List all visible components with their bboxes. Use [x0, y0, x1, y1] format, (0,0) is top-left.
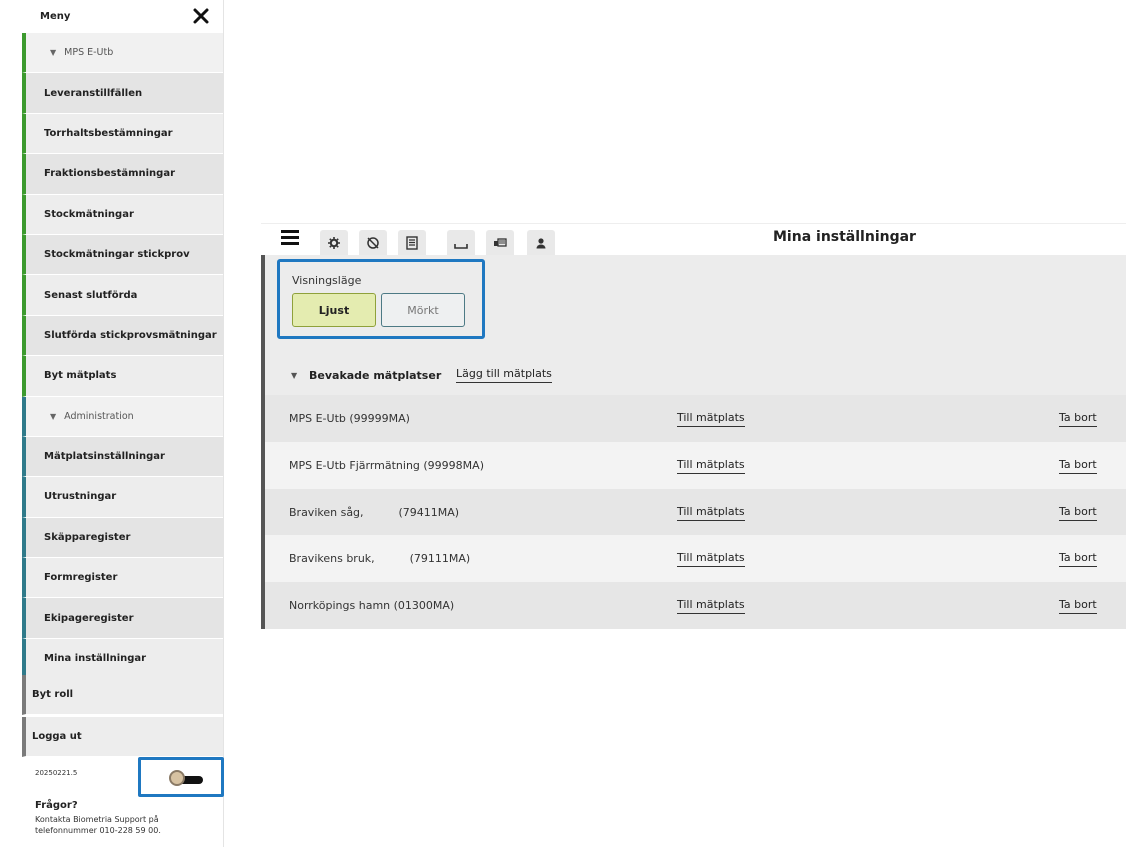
- menu-item-byt-roll[interactable]: Byt roll: [22, 675, 223, 716]
- menu-item-senast-slutforda[interactable]: Senast slutförda: [22, 275, 223, 316]
- menu-item-fraktion[interactable]: Fraktionsbestämningar: [22, 154, 223, 195]
- display-mode-group: Visningsläge Ljust Mörkt: [277, 259, 485, 339]
- menu-section-label: Administration: [64, 410, 134, 422]
- settings-panel: Visningsläge Ljust Mörkt ▼ Bevakade mätp…: [261, 255, 1126, 629]
- goto-site-link[interactable]: Till mätplats: [677, 458, 745, 474]
- menu-item-formregister[interactable]: Formregister: [22, 558, 223, 599]
- tray-icon[interactable]: [447, 230, 475, 256]
- table-row: MPS E-Utb Fjärrmätning (99998MA) Till mä…: [265, 442, 1126, 489]
- light-mode-button[interactable]: Ljust: [292, 293, 376, 327]
- collapse-triangle-icon: ▼: [50, 48, 57, 58]
- sun-icon: [169, 770, 185, 786]
- theme-toggle[interactable]: [138, 757, 224, 797]
- menu-section-mps[interactable]: ▼ MPS E-Utb: [22, 33, 223, 74]
- page-title: Mina inställningar: [773, 229, 916, 245]
- table-row: Norrköpings hamn (01300MA) Till mätplats…: [265, 582, 1126, 629]
- site-name: Norrköpings hamn (01300MA): [289, 599, 455, 612]
- menu-section-label: MPS E-Utb: [64, 47, 114, 59]
- display-mode-label: Visningsläge: [292, 274, 362, 287]
- site-name: MPS E-Utb Fjärrmätning (99998MA): [289, 459, 484, 472]
- menu-item-stockmatningar[interactable]: Stockmätningar: [22, 194, 223, 235]
- site-name: Bravikens bruk, (79111MA): [289, 552, 471, 565]
- side-menu: Meny ▼ MPS E-Utb Leveranstillfällen Torr…: [0, 0, 224, 847]
- help-text: Kontakta Biometria Support på telefonnum…: [35, 815, 161, 835]
- menu-item-stickprov[interactable]: Stockmätningar stickprov: [22, 234, 223, 276]
- list-icon[interactable]: [398, 230, 426, 256]
- table-row: Bravikens bruk, (79111MA) Till mätplats …: [265, 535, 1126, 582]
- truck-icon[interactable]: [486, 230, 514, 256]
- dark-mode-button[interactable]: Mörkt: [381, 293, 465, 327]
- version-label: 20250221.5: [35, 769, 78, 777]
- user-icon[interactable]: [527, 230, 555, 256]
- add-site-link[interactable]: Lägg till mätplats: [456, 367, 552, 383]
- menu-section-admin[interactable]: ▼ Administration: [22, 396, 223, 437]
- remove-site-link[interactable]: Ta bort: [1059, 505, 1097, 521]
- remove-site-link[interactable]: Ta bort: [1059, 551, 1097, 567]
- site-name: MPS E-Utb (99999MA): [289, 412, 410, 425]
- menu-item-utrustningar[interactable]: Utrustningar: [22, 477, 223, 518]
- menu-item-slutforda-stickprov[interactable]: Slutförda stickprovsmätningar: [22, 315, 223, 357]
- table-row: Braviken såg, (79411MA) Till mätplats Ta…: [265, 489, 1126, 536]
- help-title: Frågor?: [35, 800, 78, 811]
- remove-site-link[interactable]: Ta bort: [1059, 458, 1097, 474]
- menu-item-logga-ut[interactable]: Logga ut: [22, 717, 223, 758]
- remove-site-link[interactable]: Ta bort: [1059, 411, 1097, 427]
- menu-list: ▼ MPS E-Utb Leveranstillfällen Torrhalts…: [22, 33, 223, 680]
- goto-site-link[interactable]: Till mätplats: [677, 598, 745, 614]
- menu-header: Meny: [0, 0, 224, 33]
- menu-item-ekipageregister[interactable]: Ekipageregister: [22, 598, 223, 639]
- table-row: MPS E-Utb (99999MA) Till mätplats Ta bor…: [265, 395, 1126, 442]
- role-block: Byt roll: [22, 675, 223, 716]
- site-name: Braviken såg, (79411MA): [289, 506, 460, 519]
- collapse-triangle-icon[interactable]: ▼: [291, 371, 297, 380]
- collapse-triangle-icon: ▼: [50, 411, 57, 421]
- watched-sites-header: ▼ Bevakade mätplatser Lägg till mätplats: [265, 350, 1126, 400]
- menu-item-skappareregister[interactable]: Skäpparegister: [22, 517, 223, 559]
- menu-item-matplatsinstallningar[interactable]: Mätplatsinställningar: [22, 436, 223, 478]
- menu-item-byt-matplats[interactable]: Byt mätplats: [22, 356, 223, 397]
- goto-site-link[interactable]: Till mätplats: [677, 505, 745, 521]
- goto-site-link[interactable]: Till mätplats: [677, 551, 745, 567]
- menu-item-leveranstillfallen[interactable]: Leveranstillfällen: [22, 73, 223, 114]
- remove-site-link[interactable]: Ta bort: [1059, 598, 1097, 614]
- gear-icon[interactable]: [320, 230, 348, 256]
- menu-item-torrhalt[interactable]: Torrhaltsbestämningar: [22, 113, 223, 155]
- menu-item-mina-installningar[interactable]: Mina inställningar: [22, 638, 223, 680]
- goto-site-link[interactable]: Till mätplats: [677, 411, 745, 427]
- watched-sites-title: Bevakade mätplatser: [309, 368, 442, 382]
- menu-title: Meny: [40, 11, 71, 22]
- close-icon[interactable]: [191, 6, 211, 26]
- no-sync-icon[interactable]: [359, 230, 387, 256]
- hamburger-icon[interactable]: [281, 230, 299, 245]
- logout-block: Logga ut: [22, 717, 223, 758]
- toolbar: Mina inställningar: [261, 223, 1126, 256]
